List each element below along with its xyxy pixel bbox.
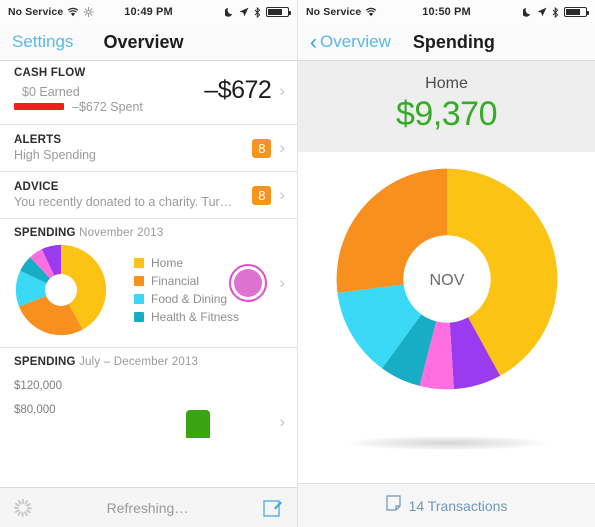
status-clock: 10:49 PM bbox=[124, 6, 173, 18]
alerts-subtitle: High Spending bbox=[14, 148, 97, 162]
advice-row[interactable]: ADVICE You recently donated to a charity… bbox=[0, 172, 297, 219]
spent-label: –$672 Spent bbox=[72, 99, 143, 114]
advice-subtitle: You recently donated to a charity. Tur… bbox=[14, 195, 233, 209]
status-right-group bbox=[173, 6, 291, 18]
cash-flow-earned-line: $0 Earned bbox=[14, 84, 204, 99]
location-arrow-icon bbox=[239, 7, 249, 17]
alerts-badge: 8 bbox=[252, 138, 272, 158]
legend-swatch bbox=[134, 276, 144, 286]
cash-flow-title: CASH FLOW bbox=[14, 67, 86, 79]
page-title: Spending bbox=[412, 31, 495, 52]
refresh-status-label: Refreshing… bbox=[106, 499, 189, 516]
cash-flow-amount: –$672 bbox=[204, 76, 272, 104]
advice-badge: 8 bbox=[252, 185, 272, 205]
wifi-icon bbox=[67, 7, 79, 17]
chevron-right-icon: › bbox=[279, 412, 285, 431]
legend-label: Financial bbox=[151, 274, 200, 288]
spending-range-row[interactable]: SPENDING July – December 2013 $120,000 $… bbox=[0, 348, 297, 438]
spending-month-title: SPENDING bbox=[14, 227, 76, 239]
chevron-right-icon: › bbox=[279, 80, 285, 100]
selected-category-header: Home $9,370 bbox=[298, 61, 595, 163]
bluetooth-icon bbox=[552, 6, 559, 18]
status-bar-left: No Service 10:49 PM bbox=[0, 0, 297, 24]
spending-detail-screen: No Service 10:50 PM ‹ Overview Spending … bbox=[297, 0, 595, 527]
refresh-spinner-icon bbox=[14, 498, 33, 517]
nav-back-label: Settings bbox=[12, 32, 74, 51]
location-arrow-icon bbox=[537, 7, 547, 17]
moon-icon bbox=[223, 7, 234, 17]
chevron-left-icon: ‹ bbox=[310, 30, 317, 54]
screenshot-root: No Service 10:49 PM Settings Overview CA… bbox=[0, 0, 595, 527]
alerts-title: ALERTS bbox=[14, 134, 62, 146]
spending-range-header: SPENDING July – December 2013 bbox=[14, 356, 285, 368]
alerts-text: ALERTS High Spending bbox=[14, 134, 252, 162]
y-axis-label-upper: $120,000 bbox=[14, 380, 62, 392]
nav-back-label: Overview bbox=[320, 32, 391, 51]
bluetooth-icon bbox=[254, 6, 261, 18]
legend-item-food-and-dining: Food & Dining bbox=[134, 292, 239, 306]
chevron-right-icon: › bbox=[279, 185, 285, 204]
nav-bar-left: Settings Overview bbox=[0, 24, 297, 61]
moon-icon bbox=[521, 7, 532, 17]
battery-icon bbox=[564, 7, 589, 17]
overview-screen: No Service 10:49 PM Settings Overview CA… bbox=[0, 0, 297, 527]
legend-swatch bbox=[134, 294, 144, 304]
advice-text: ADVICE You recently donated to a charity… bbox=[14, 181, 252, 209]
alerts-row[interactable]: ALERTS High Spending 8 › bbox=[0, 125, 297, 172]
transactions-note-icon bbox=[385, 495, 401, 516]
transactions-footer[interactable]: 14 Transactions bbox=[298, 483, 595, 527]
nav-back-settings[interactable]: Settings bbox=[12, 32, 73, 52]
legend-label: Health & Fitness bbox=[151, 310, 240, 324]
overview-list: CASH FLOW $0 Earned –$672 Spent –$672 › bbox=[0, 61, 297, 438]
transactions-label: 14 Transactions bbox=[408, 497, 508, 514]
donut-shadow bbox=[346, 436, 547, 450]
spending-month-row[interactable]: SPENDING November 2013 Home Financial Fo… bbox=[0, 219, 297, 348]
spending-month-period: November 2013 bbox=[79, 227, 164, 239]
wifi-icon bbox=[365, 7, 377, 17]
nav-back-overview[interactable]: ‹ Overview bbox=[310, 32, 391, 53]
legend-item-health-and-fitness: Health & Fitness bbox=[134, 310, 239, 324]
y-axis-label-lower: $80,000 bbox=[14, 404, 56, 416]
donut-center-label: NOV bbox=[429, 271, 464, 289]
cash-flow-detail: CASH FLOW $0 Earned –$672 Spent bbox=[14, 67, 204, 114]
status-bar-right: No Service 10:50 PM bbox=[298, 0, 595, 24]
spending-month-header: SPENDING November 2013 bbox=[14, 227, 285, 239]
bar-nov bbox=[186, 410, 210, 438]
activity-spinner-icon bbox=[83, 7, 94, 17]
spending-range-period: July – December 2013 bbox=[79, 356, 199, 368]
selected-category-amount: $9,370 bbox=[396, 95, 498, 133]
status-left-group: No Service bbox=[306, 6, 422, 18]
cash-flow-row[interactable]: CASH FLOW $0 Earned –$672 Spent –$672 › bbox=[0, 61, 297, 125]
compose-icon[interactable] bbox=[263, 498, 283, 518]
legend-swatch bbox=[134, 258, 144, 268]
status-clock: 10:50 PM bbox=[422, 6, 471, 18]
legend-label: Home bbox=[151, 256, 184, 270]
cash-flow-spent-line: –$672 Spent bbox=[14, 99, 204, 114]
advice-title: ADVICE bbox=[14, 181, 59, 193]
chevron-right-icon: › bbox=[279, 273, 285, 292]
bottom-toolbar: Refreshing… bbox=[0, 487, 297, 527]
touch-indicator[interactable] bbox=[229, 264, 267, 302]
legend-item-financial: Financial bbox=[134, 274, 239, 288]
page-title: Overview bbox=[103, 31, 184, 52]
nav-bar-right: ‹ Overview Spending bbox=[298, 24, 595, 61]
spending-range-chart: $120,000 $80,000 bbox=[14, 376, 285, 438]
legend-label: Food & Dining bbox=[151, 292, 228, 306]
spent-bar bbox=[14, 103, 64, 110]
legend-swatch bbox=[134, 312, 144, 322]
overview-spending-donut-chart bbox=[15, 244, 107, 336]
earned-label: $0 Earned bbox=[22, 84, 80, 99]
carrier-label: No Service bbox=[306, 6, 362, 18]
status-left-group: No Service bbox=[8, 6, 124, 18]
battery-icon bbox=[266, 7, 291, 17]
spending-range-title: SPENDING bbox=[14, 356, 76, 368]
spending-detail-donut-chart[interactable]: NOV bbox=[332, 164, 562, 394]
legend-item-home: Home bbox=[134, 256, 239, 270]
carrier-label: No Service bbox=[8, 6, 64, 18]
status-right-group bbox=[471, 6, 589, 18]
selected-category-label: Home bbox=[425, 75, 468, 92]
spending-detail-chart-stage: NOV bbox=[298, 152, 595, 472]
chevron-right-icon: › bbox=[279, 138, 285, 157]
spending-legend: Home Financial Food & Dining Health & Fi… bbox=[134, 252, 239, 328]
